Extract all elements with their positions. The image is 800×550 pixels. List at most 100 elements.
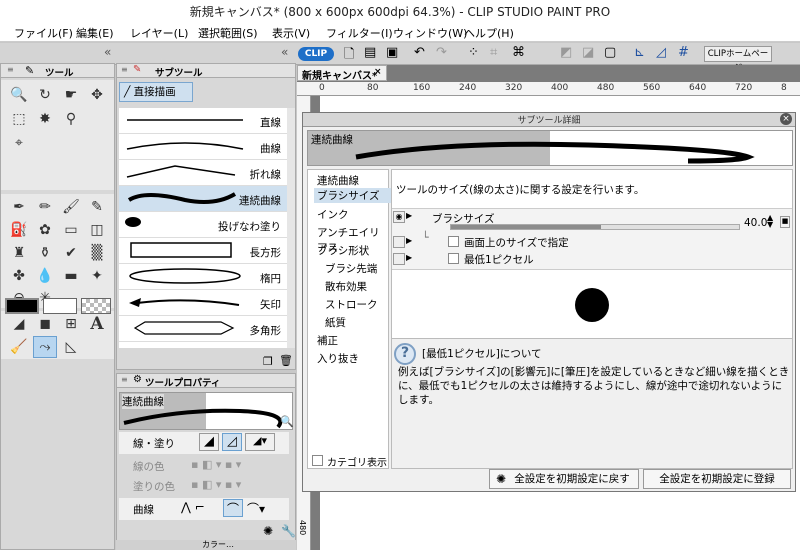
subtool-item-polygon[interactable]: 多角形 [119,316,287,342]
close-tab-icon[interactable]: × [374,67,382,77]
fill-icon[interactable]: ◩ [560,45,572,60]
fill-bucket-icon[interactable]: ⚱ [33,242,57,264]
curve-type-icons[interactable]: ⋀ ⌐ [181,500,205,514]
selection-show-icon[interactable]: ▢ [604,45,616,60]
blend-icon[interactable]: ◫ [85,219,109,241]
gradient-dots-icon[interactable]: ▒ [85,242,109,264]
fill-color-swatches-icon[interactable]: ▪ ◧ ▾ ▪ ▾ [191,478,241,491]
panel-menu-icon[interactable]: ≡ [7,65,14,74]
document-tab[interactable]: 新規キャンバス* × [297,65,387,82]
frame-icon[interactable]: ⊞ [59,313,83,335]
color-panel-tab[interactable]: カラー… [202,539,234,550]
category-item[interactable]: ブラシ形状 [317,243,369,258]
subtool-item-arrow[interactable]: 矢印 [119,290,287,316]
category-item[interactable]: ストローク [325,297,378,312]
collapse-arrow-icon[interactable]: « [104,45,111,59]
redo-icon[interactable]: ↷ [436,45,447,60]
close-dialog-icon[interactable]: × [780,113,792,125]
category-item[interactable]: 連続曲線 [317,173,359,188]
fill-tool-icon[interactable]: ◢ [7,313,31,335]
show-toggle-icon[interactable] [393,236,405,248]
subtool-scrollbar[interactable] [287,108,295,348]
menu-view[interactable]: 表示(V) [272,25,310,41]
puzzle-icon[interactable]: ✤ [7,265,31,287]
special-ruler-snap-icon[interactable]: ◿ [656,45,666,60]
spin-icon[interactable]: ▲ ▼ [767,214,773,229]
screen-size-checkbox[interactable] [448,236,459,247]
category-item[interactable]: インク [317,207,349,222]
balloon-icon[interactable]: 🧹 [7,336,31,358]
tool-panel-tab[interactable]: ツール [45,65,74,79]
line-color-swatches-icon[interactable]: ▪ ◧ ▾ ▪ ▾ [191,458,241,471]
selection-clear-icon[interactable]: ⁘ [468,45,479,60]
pressure-settings-icon[interactable]: ■ [780,216,790,228]
reset-all-button[interactable]: ✺ 全設定を初期設定に戻す [489,469,639,489]
subtool-item-continuous-curve[interactable]: 連続曲線 [119,186,287,212]
subtool-item-rectangle[interactable]: 長方形 [119,238,287,264]
figure-tool-icon[interactable]: ⤳ [33,336,57,358]
copy-subtool-icon[interactable]: ❐ [263,355,273,368]
ruler-tool-icon[interactable]: ◺ [59,336,83,358]
bar-icon[interactable]: ▬ [59,265,83,287]
subtool-item-lasso-fill[interactable]: 投げなわ塗り [119,212,287,238]
subtool-panel-tab[interactable]: サブツール [155,65,203,79]
tool-property-tab[interactable]: ツールプロパティ [145,375,220,389]
pen-icon[interactable]: ✒ [7,196,31,218]
grid-snap-icon[interactable]: # [678,45,689,60]
menu-selection[interactable]: 選択範囲(S) [198,25,258,41]
register-all-button[interactable]: 全設定を初期設定に登録 [643,469,791,489]
check-icon[interactable]: ✔ [59,242,83,264]
brush-icon[interactable]: 🖌 [59,196,83,218]
expand-arrow-icon[interactable]: ▶ [406,253,412,262]
wrench-icon[interactable]: 🔧 [281,524,296,538]
collapse-arrow-icon[interactable]: « [281,45,288,59]
min-one-pixel-checkbox[interactable] [448,253,459,264]
menu-edit[interactable]: 編集(E) [76,25,114,41]
clip-home-button[interactable]: CLIPホームページ [704,46,772,73]
erase-outside-icon[interactable]: ◪ [582,45,594,60]
undo-icon[interactable]: ↶ [414,45,425,60]
panel-menu-icon[interactable]: ≡ [121,375,128,384]
open-folder-icon[interactable]: ▤ [364,45,376,60]
gradient-icon[interactable]: ◼ [33,313,57,335]
eye-icon[interactable]: ◉ [393,211,405,223]
show-toggle-icon[interactable] [393,253,405,265]
brush-size-slider[interactable] [450,224,740,230]
eraser-icon[interactable]: ▭ [59,219,83,241]
line-mode-icon[interactable]: ◢ [199,433,219,451]
reset-property-icon[interactable]: ✺ [263,524,273,538]
selection-invert-icon[interactable]: ⌗ [490,45,497,60]
drops-icon[interactable]: 💧 [33,265,57,287]
main-color-swatch[interactable] [5,298,39,314]
fill-mode-icon[interactable]: ◿ [222,433,242,451]
category-item[interactable]: ブラシ先端 [325,261,377,276]
selection-icon[interactable]: ⬚ [7,108,31,130]
airbrush-icon[interactable]: ⛽ [7,219,31,241]
clip-button[interactable]: CLIP [298,47,334,61]
rotate-icon[interactable]: ↻ [33,84,57,106]
subtool-item-curve[interactable]: 曲線 [119,134,287,160]
panel-menu-icon[interactable]: ≡ [121,65,128,74]
subtool-item-ellipse[interactable]: 楕円 [119,264,287,290]
category-item[interactable]: 補正 [317,333,338,348]
sub-color-swatch[interactable] [43,298,77,314]
category-item[interactable]: 入り抜き [317,351,359,366]
expand-arrow-icon[interactable]: ▶ [406,236,412,245]
menu-layer[interactable]: レイヤー(L) [130,25,188,41]
object-icon[interactable]: ⌖ [7,132,31,154]
expand-arrow-icon[interactable]: ▶ [406,211,412,220]
subtool-group-direct-draw[interactable]: ╱ 直接描画 [119,82,193,102]
delete-subtool-icon[interactable]: 🗑 [279,354,293,367]
marker-icon[interactable]: ✎ [85,196,109,218]
menu-filter[interactable]: フィルター(I) [326,25,393,41]
move-icon[interactable]: ✥ [85,84,109,106]
ruler-snap-icon[interactable]: ⊾ [634,45,645,60]
auto-select-icon[interactable]: ✸ [33,108,57,130]
transform-icon[interactable]: ⌘ [512,45,525,60]
sparkle-icon[interactable]: ✦ [85,265,109,287]
preview-zoom-icon[interactable]: 🔍 [280,415,294,428]
category-item-selected[interactable]: ブラシサイズ [314,188,393,203]
stamp-icon[interactable]: ♜ [7,242,31,264]
decoration-icon[interactable]: ✿ [33,219,57,241]
category-display-checkbox[interactable] [312,455,323,466]
